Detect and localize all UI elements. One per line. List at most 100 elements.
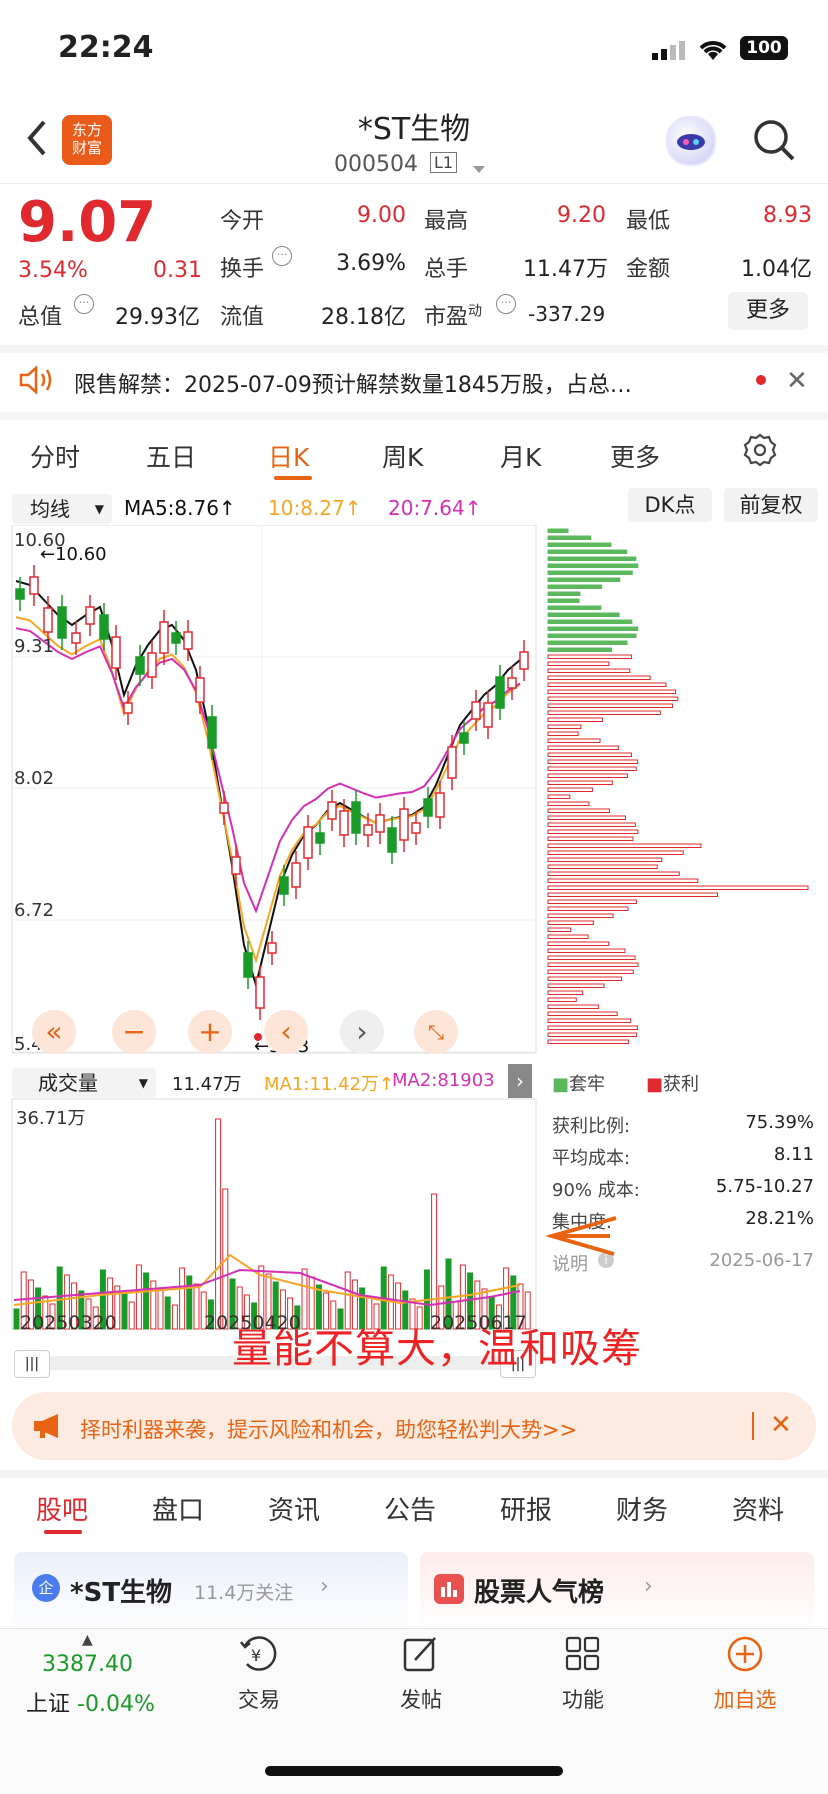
current-price: 9.07 xyxy=(18,190,157,255)
close-icon[interactable]: ✕ xyxy=(786,366,808,396)
chip-bar xyxy=(547,990,584,995)
high-value: 9.20 xyxy=(557,203,606,228)
zoom-in-button[interactable]: + xyxy=(188,1010,232,1054)
chip-bar xyxy=(547,759,639,764)
tab-more[interactable]: 更多 xyxy=(610,438,660,474)
chip-bar xyxy=(547,780,613,785)
candle-body xyxy=(159,621,169,654)
more-button[interactable]: 更多 xyxy=(728,292,808,330)
tab-week-k[interactable]: 周K xyxy=(382,438,423,474)
ma10-line xyxy=(15,616,521,964)
candle-body xyxy=(71,632,81,644)
chip-bar xyxy=(547,745,619,750)
candle-body xyxy=(43,607,53,633)
range-handle-left[interactable]: ||| xyxy=(14,1350,50,1378)
chip-bar xyxy=(547,955,636,960)
zoom-out-button[interactable]: − xyxy=(112,1010,156,1054)
tab-profile[interactable]: 资料 xyxy=(732,1490,784,1527)
candle-body xyxy=(123,702,133,714)
tab-news[interactable]: 资讯 xyxy=(268,1490,320,1527)
tab-guba[interactable]: 股吧 xyxy=(36,1490,88,1527)
stat-value: 5.75-10.27 xyxy=(715,1176,814,1197)
assistant-avatar-icon[interactable] xyxy=(666,116,716,166)
nav-function[interactable]: 功能 xyxy=(528,1684,638,1714)
tab-intraday[interactable]: 分时 xyxy=(30,438,80,474)
prev-button[interactable]: ‹ xyxy=(264,1010,308,1054)
nav-add-watchlist[interactable]: 加自选 xyxy=(690,1684,800,1714)
tab-day-k[interactable]: 日K xyxy=(268,438,309,474)
index-value[interactable]: 3387.40 xyxy=(42,1652,133,1677)
chip-bar xyxy=(547,906,629,911)
nav-trade[interactable]: 交易 xyxy=(204,1684,314,1714)
volume-bar xyxy=(157,1288,164,1330)
level-badge[interactable]: L1 xyxy=(430,152,458,173)
fast-back-button[interactable]: « xyxy=(32,1010,76,1054)
volume-indicator-select[interactable]: 成交量 ▼ xyxy=(12,1068,156,1098)
trade-icon[interactable]: ¥ xyxy=(204,1634,314,1683)
vol-ma1: MA1:11.42万↑ xyxy=(264,1074,394,1095)
next-button[interactable]: › xyxy=(340,1010,384,1054)
search-icon[interactable] xyxy=(752,118,796,166)
chevron-right-icon[interactable]: › xyxy=(508,1064,532,1098)
dk-point-button[interactable]: DK点 xyxy=(628,488,712,522)
kline-chart[interactable] xyxy=(0,525,828,1375)
tab-month-k[interactable]: 月K xyxy=(500,438,541,474)
chip-bar xyxy=(547,612,620,617)
chip-bar xyxy=(547,724,582,729)
battery-icon: 100 xyxy=(740,36,788,60)
pe-label: 市盈动 xyxy=(424,303,483,330)
post-icon[interactable] xyxy=(366,1634,476,1683)
candle-body xyxy=(99,614,109,640)
adjust-button[interactable]: 前复权 xyxy=(724,488,818,522)
chip-bar xyxy=(547,640,628,645)
chip-bar xyxy=(547,850,684,855)
volume-label: 总手 xyxy=(424,257,469,282)
chip-bar xyxy=(547,822,636,827)
tab-five-day[interactable]: 五日 xyxy=(146,438,196,474)
tab-announcements[interactable]: 公告 xyxy=(384,1490,436,1527)
candle-body xyxy=(111,636,121,669)
chevron-up-icon[interactable]: ▲ xyxy=(82,1632,93,1648)
chip-bar xyxy=(547,654,633,659)
tab-underline xyxy=(44,1530,82,1534)
tab-pankou[interactable]: 盘口 xyxy=(152,1490,204,1527)
y-label: 8.02 xyxy=(14,768,55,789)
turnover-value: 3.69% xyxy=(336,251,406,276)
ma20-line xyxy=(15,627,521,914)
stock-code[interactable]: 000504 xyxy=(334,152,418,177)
candle-body xyxy=(303,826,313,859)
chip-bar xyxy=(547,962,639,967)
candle-body xyxy=(339,810,349,836)
nav-post[interactable]: 发帖 xyxy=(366,1684,476,1714)
stat-label: 90% 成本: xyxy=(552,1180,640,1201)
index-name[interactable]: 上证 -0.04% xyxy=(26,1686,155,1718)
function-icon[interactable] xyxy=(528,1634,638,1683)
fullscreen-button[interactable]: ⤡ xyxy=(414,1010,458,1054)
close-icon[interactable]: ✕ xyxy=(770,1410,792,1440)
tab-finance[interactable]: 财务 xyxy=(616,1490,668,1527)
chip-bar xyxy=(547,661,610,666)
settings-icon[interactable] xyxy=(742,432,778,472)
chip-bar xyxy=(547,626,639,631)
wifi-icon xyxy=(696,36,730,66)
candle-body xyxy=(315,832,325,844)
chip-bar xyxy=(547,808,610,813)
chip-bar xyxy=(547,577,621,582)
add-watchlist-icon[interactable] xyxy=(690,1634,800,1683)
tab-research[interactable]: 研报 xyxy=(500,1490,552,1527)
ma-select[interactable]: 均线 ▼ xyxy=(12,494,112,524)
info-icon[interactable]: ··· xyxy=(496,294,516,314)
chip-bar xyxy=(547,731,579,736)
candle-body xyxy=(459,732,469,744)
chevron-down-icon[interactable] xyxy=(472,160,486,179)
vol-max-label: 36.71万 xyxy=(16,1108,86,1129)
volume-bar xyxy=(215,1118,222,1330)
change-amount: 0.31 xyxy=(153,258,202,283)
candle-body xyxy=(57,606,67,639)
notice-text[interactable]: 限售解禁：2025-07-09预计解禁数量1845万股，占总… xyxy=(74,367,734,399)
info-icon[interactable]: ··· xyxy=(74,294,94,314)
volume-bar xyxy=(13,1308,20,1330)
info-icon[interactable]: ··· xyxy=(272,246,292,266)
promo-text[interactable]: 择时利器来袭，提示风险和机会，助您轻松判大势>> xyxy=(80,1414,577,1444)
tab-underline xyxy=(274,476,312,480)
